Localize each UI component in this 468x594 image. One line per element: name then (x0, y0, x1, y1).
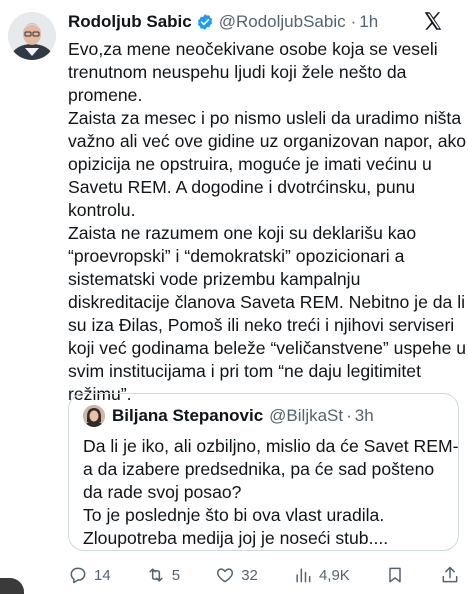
repost-count: 5 (171, 566, 181, 584)
tweet-line: Savetu REM. A dogodine i dvotrćinsku, pu… (68, 177, 416, 197)
tweet-body: Evo,za mene neočekivane osobe koja se ve… (68, 38, 467, 406)
tweet-line: su iza Đilas, Pomoš ili neko treći i nji… (68, 315, 455, 335)
header-separator: · (350, 12, 357, 31)
share-button[interactable] (440, 565, 460, 585)
views-count: 4,9K (318, 566, 350, 584)
repost-icon (149, 568, 163, 582)
tweet-line: trenutnom neuspehu ljudi koji žele nešto… (68, 62, 407, 82)
tweet-header: Rodoljub Sabic @RodoljubSabic · 1h (68, 10, 458, 34)
views-icon (296, 568, 311, 583)
quote-line: da rade svoj posao? (83, 482, 242, 502)
tweet-line: diskreditacije članova Saveta REM. Nebit… (68, 292, 466, 312)
quote-line: Da li je iko, ali ozbiljno, mislio da će… (83, 436, 459, 456)
tweet-line: sistematski vode prizembu kampalnju (68, 269, 361, 289)
author-avatar[interactable] (8, 12, 56, 60)
quote-time[interactable]: 3h (355, 406, 374, 426)
quote-line: To je poslednje što bi ova vlast uradila… (83, 505, 385, 525)
tweet-line: opizicija ne opstruira, moguće je imati … (68, 154, 432, 174)
reply-count: 14 (94, 566, 111, 584)
like-icon (217, 568, 234, 583)
share-icon (442, 566, 458, 583)
tweet-line: Zaista ne razumem one koji su deklarišu … (68, 223, 417, 243)
views-button[interactable]: 4,9K (293, 565, 350, 585)
quote-author-handle[interactable]: @BiljkaSt (269, 406, 343, 426)
tweet-time[interactable]: 1h (359, 12, 378, 32)
reply-icon (70, 567, 86, 584)
tweet-line: kontrolu. (68, 200, 136, 220)
quote-body: Da li je iko, ali ozbiljno, mislio da će… (83, 435, 459, 550)
quote-line: a da izabere predsednika, pa će sad pošt… (83, 459, 435, 479)
quote-line: Zloupotreba medija joj je noseći stub...… (83, 528, 389, 548)
tweet-line: važno ali već ove gidine uz organizovan … (68, 131, 467, 151)
like-count: 32 (241, 566, 258, 584)
corner-overlay (0, 578, 24, 594)
quoted-tweet[interactable]: Biljana Stepanovic @BiljkaSt · 3h Da li … (68, 393, 459, 551)
x-logo-icon[interactable] (422, 10, 444, 32)
like-button[interactable]: 32 (215, 565, 258, 585)
tweet-line: Evo,za mene neočekivane osobe koja se ve… (68, 39, 438, 59)
tweet-line: svim institucijama i pri tom “ne daju le… (68, 361, 421, 381)
tweet-line: “proevropski” i “demokratski” opoziciona… (68, 246, 405, 266)
quote-separator: · (346, 406, 352, 425)
bookmark-button[interactable] (385, 565, 405, 585)
quote-author-avatar[interactable] (83, 405, 105, 427)
tweet-line: koji već godinama beleže “veličanstvene”… (68, 338, 467, 358)
quote-author-name[interactable]: Biljana Stepanovic (112, 406, 263, 426)
tweet-line: promene. (68, 85, 143, 105)
author-name[interactable]: Rodoljub Sabic (68, 12, 192, 32)
quote-header: Biljana Stepanovic @BiljkaSt · 3h (112, 405, 374, 427)
author-handle[interactable]: @RodoljubSabic (219, 12, 346, 32)
tweet-actions: 14 5 32 4,9K (68, 562, 460, 588)
repost-button[interactable]: 5 (146, 565, 180, 585)
reply-button[interactable]: 14 (68, 565, 111, 585)
bookmark-icon (389, 567, 401, 583)
verified-badge-icon (196, 13, 214, 31)
tweet-line: Zaista za mesec i po nismo usleli da ura… (68, 108, 462, 128)
